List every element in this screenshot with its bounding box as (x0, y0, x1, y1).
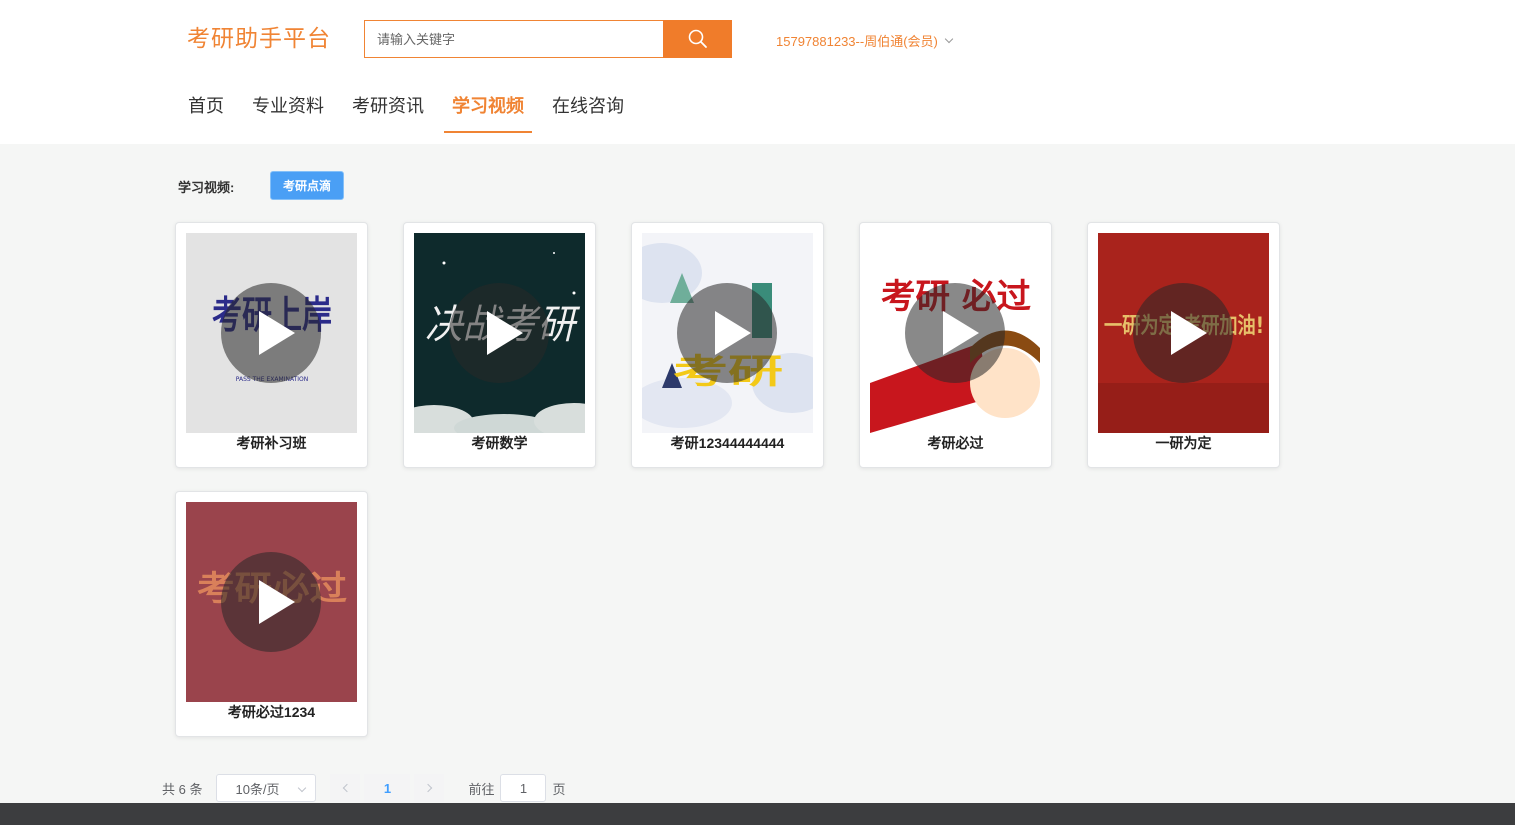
search-input[interactable] (364, 20, 664, 58)
nav-item-videos[interactable]: 学习视频 (440, 83, 536, 133)
site-logo[interactable]: 考研助手平台 (187, 19, 331, 53)
video-title: 考研必过1234 (227, 704, 316, 720)
user-menu[interactable]: 15797881233--周伯通(会员) (776, 31, 954, 50)
chevron-left-icon (342, 783, 352, 793)
nav-item-home[interactable]: 首页 (176, 83, 236, 133)
video-thumbnail: 考研 必过 (870, 233, 1041, 433)
video-thumbnail: 考研 (642, 233, 813, 433)
video-thumbnail: 考研上岸 PASS THE EXAMINATION (186, 233, 357, 433)
chevron-right-icon (423, 783, 433, 793)
video-card[interactable]: 考研必过 考研必过1234 (175, 491, 368, 737)
video-title: 考研补习班 (236, 435, 307, 451)
page-size-value: 10条/页 (235, 781, 280, 797)
video-title: 考研数学 (471, 435, 528, 451)
video-thumbnail: 决战考研 (414, 233, 585, 433)
main-nav: 首页 专业资料 考研资讯 学习视频 在线咨询 (176, 83, 640, 133)
user-name: 15797881233--周伯通(会员) (776, 34, 938, 49)
chevron-down-icon (298, 783, 307, 793)
page-size-select[interactable]: 10条/页 (216, 774, 317, 802)
play-icon[interactable] (677, 283, 777, 383)
play-icon[interactable] (1133, 283, 1233, 383)
nav-item-materials[interactable]: 专业资料 (240, 83, 336, 133)
nav-item-news[interactable]: 考研资讯 (340, 83, 436, 133)
nav-item-consult[interactable]: 在线咨询 (540, 83, 636, 133)
next-page-button[interactable] (414, 774, 445, 802)
play-icon[interactable] (449, 283, 549, 383)
header: 考研助手平台 15797881233--周伯通(会员) 首页 专业资料 考研资讯… (0, 0, 1515, 144)
video-card[interactable]: 一研为定 考研加油! 一研为定 (1087, 222, 1280, 468)
pagination: 共 6 条 10条/页 1 前往 页 (162, 774, 566, 802)
chevron-down-icon (944, 34, 954, 43)
play-icon[interactable] (221, 552, 321, 652)
video-title: 考研12344444444 (670, 435, 785, 451)
page-number[interactable]: 1 (364, 774, 411, 802)
video-thumbnail: 一研为定 考研加油! (1098, 233, 1269, 433)
video-card[interactable]: 考研 考研12344444444 (631, 222, 824, 468)
video-title: 考研必过 (927, 435, 984, 451)
footer (0, 803, 1515, 825)
search-icon (688, 29, 707, 48)
total-count: 共 6 条 (162, 781, 203, 797)
goto-suffix: 页 (552, 781, 566, 797)
play-icon[interactable] (905, 283, 1005, 383)
filter-label: 学习视频: (178, 180, 235, 195)
video-thumbnail: 考研必过 (186, 502, 357, 702)
filter-tag[interactable]: 考研点滴 (270, 171, 344, 200)
play-icon[interactable] (221, 283, 321, 383)
goto-page-input[interactable] (500, 774, 547, 802)
goto-label: 前往 (468, 781, 495, 797)
video-card[interactable]: 考研上岸 PASS THE EXAMINATION 考研补习班 (175, 222, 368, 468)
video-card[interactable]: 决战考研 考研数学 (403, 222, 596, 468)
video-card[interactable]: 考研 必过 考研必过 (859, 222, 1052, 468)
search-button[interactable] (663, 20, 732, 58)
prev-page-button[interactable] (330, 774, 361, 802)
video-title: 一研为定 (1155, 435, 1212, 451)
